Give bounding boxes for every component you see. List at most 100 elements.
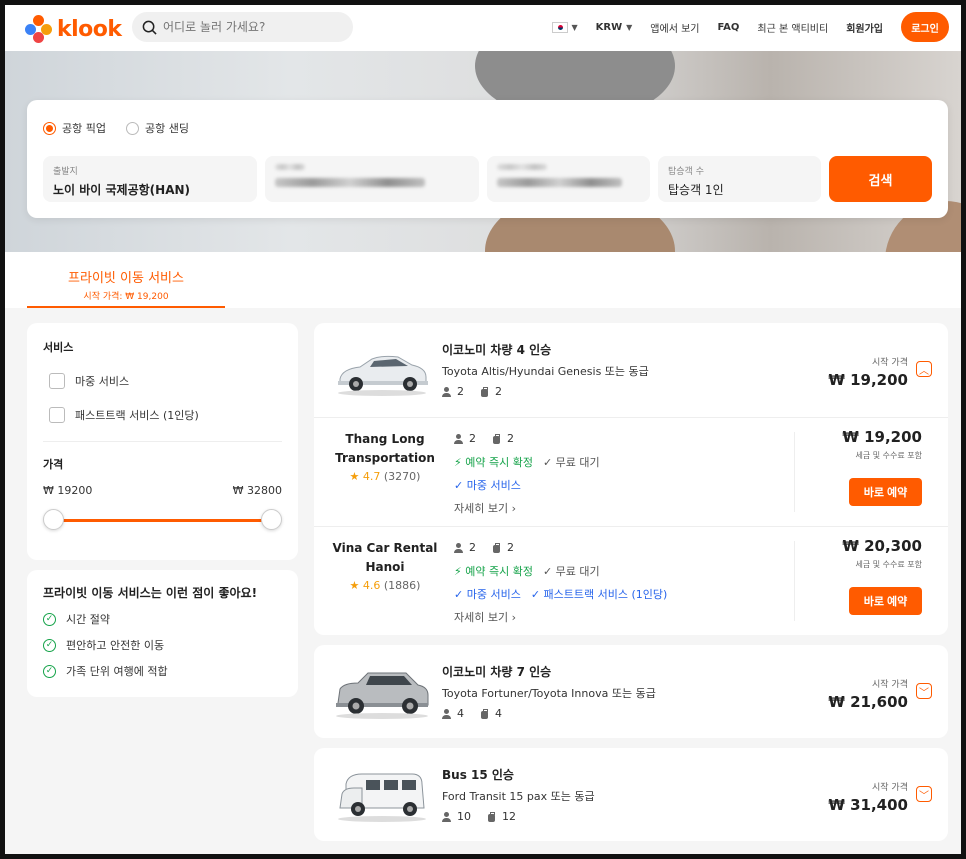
passenger-count: 2 [469, 541, 476, 554]
vendor-name: Thang Long Transportation [335, 432, 435, 465]
search-input[interactable] [163, 20, 343, 34]
checkbox-label: 패스트트랙 서비스 (1인당) [75, 409, 199, 422]
slider-min-handle[interactable] [43, 509, 64, 530]
filter-fasttrack[interactable]: 패스트트랙 서비스 (1인당) [49, 407, 282, 423]
tab-start-price: 시작 가격: ₩ 19,200 [83, 292, 169, 302]
from-price-amount: ₩ 21,600 [828, 693, 908, 711]
price-min: ₩ 19200 [43, 484, 93, 497]
radio-airport-pickup[interactable]: 공항 픽업 [43, 120, 106, 136]
from-price-amount: ₩ 19,200 [828, 371, 908, 389]
passenger-capacity: 2 [454, 432, 476, 445]
chevron-up-icon[interactable]: ︿ [916, 361, 932, 377]
benefit-item: ✓ 시간 절약 [43, 611, 282, 627]
destination-field[interactable] [265, 156, 479, 202]
vehicle-card-header[interactable]: Bus 15 인승 Ford Transit 15 pax 또는 동급 10 1… [314, 748, 948, 842]
luggage-capacity: 12 [487, 810, 516, 823]
vehicle-card-header[interactable]: 이코노미 차량 4 인승 Toyota Altis/Hyundai Genesi… [314, 323, 948, 417]
vendor-row-vina-car: Vina Car Rental Hanoi ★ 4.6 (1886) 2 2 ⚡… [314, 526, 948, 635]
nav-recent-link[interactable]: 최근 본 액티비티 [757, 20, 828, 35]
vehicle-card-bus-15[interactable]: Bus 15 인승 Ford Transit 15 pax 또는 동급 10 1… [314, 748, 948, 841]
service-label: 마중 서비스 [466, 479, 521, 492]
passenger-value: 탑승객 1인 [668, 183, 724, 197]
check-icon: ✓ [530, 588, 541, 601]
vehicle-card-economy-4: 이코노미 차량 4 인승 Toyota Altis/Hyundai Genesi… [314, 323, 948, 635]
meet-greet-service: ✓ 마중 서비스 [454, 477, 521, 493]
checkbox-label: 마중 서비스 [75, 375, 130, 388]
luggage-count: 4 [495, 707, 502, 720]
search-button[interactable]: 검색 [829, 156, 932, 202]
rating-score: 4.6 [362, 579, 381, 592]
instant-confirm-feature: ⚡ 예약 즉시 확정 [454, 454, 533, 470]
vehicle-capacity: 4 4 [442, 707, 502, 720]
date-field[interactable] [487, 156, 650, 202]
departure-field[interactable]: 출발지 노이 바이 국제공항(HAN) [43, 156, 257, 202]
klook-logo-mark-icon [25, 15, 53, 43]
top-header: klook ▼ KRW ▼ 앱에서 보기 FAQ 최근 본 액티비티 회원가입 … [5, 5, 961, 51]
currency-selector[interactable]: KRW ▼ [596, 22, 633, 33]
feature-label: 예약 즉시 확정 [465, 456, 533, 469]
passenger-count: 2 [469, 432, 476, 445]
person-icon [442, 811, 451, 822]
book-now-button[interactable]: 바로 예약 [849, 587, 922, 615]
check-icon: ✓ [454, 479, 464, 492]
vendor-capacity: 2 2 [454, 432, 514, 445]
passenger-capacity: 10 [442, 810, 471, 823]
price-filter-title: 가격 [43, 458, 64, 471]
radio-dot [43, 121, 56, 135]
klook-logo[interactable]: klook [25, 15, 122, 43]
vehicle-card-header[interactable]: 이코노미 차량 7 인승 Toyota Fortuner/Toyota Inno… [314, 645, 948, 739]
person-icon [442, 708, 451, 719]
slider-max-handle[interactable] [261, 509, 282, 530]
price-range-slider[interactable] [43, 509, 282, 531]
vendor-capacity: 2 2 [454, 541, 514, 554]
vehicle-card-economy-7[interactable]: 이코노미 차량 7 인승 Toyota Fortuner/Toyota Inno… [314, 645, 948, 738]
nav-faq-link[interactable]: FAQ [717, 22, 739, 33]
filter-meet-greet[interactable]: 마중 서비스 [49, 373, 282, 389]
tax-included-note: 세금 및 수수료 포함 [855, 560, 922, 569]
search-icon [142, 20, 157, 35]
vendor-price-amount: ₩ 20,300 [842, 537, 922, 555]
checkbox[interactable] [49, 407, 65, 423]
blurred-label [497, 164, 547, 170]
signup-link[interactable]: 회원가입 [846, 20, 883, 35]
vendor-features: ⚡ 예약 즉시 확정 ✓ 무료 대기 [454, 454, 600, 470]
chevron-down-icon[interactable]: ﹀ [916, 683, 932, 699]
radio-airport-sending[interactable]: 공항 샌딩 [125, 120, 189, 136]
check-icon: ✓ [542, 456, 553, 469]
review-count: (1886) [383, 579, 421, 592]
vehicle-price: 시작 가격 ₩ 21,600 [828, 677, 908, 711]
benefits-title: 프라이빗 이동 서비스는 이런 점이 좋아요! [43, 586, 258, 600]
service-label: 패스트트랙 서비스 (1인당) [543, 588, 668, 601]
checkbox[interactable] [49, 373, 65, 389]
vendor-rating: ★ 4.6 (1886) [328, 579, 442, 592]
luggage-capacity: 2 [480, 385, 502, 398]
benefit-item: ✓ 편안하고 안전한 이동 [43, 637, 282, 653]
tab-private-transfer[interactable]: 프라이빗 이동 서비스 시작 가격: ₩ 19,200 [27, 267, 225, 308]
check-circle-icon: ✓ [43, 638, 56, 652]
benefits-panel: 프라이빗 이동 서비스는 이런 점이 좋아요! ✓ 시간 절약 ✓ 편안하고 안… [27, 570, 298, 697]
book-now-button[interactable]: 바로 예약 [849, 478, 922, 506]
vendor-price-amount: ₩ 19,200 [842, 428, 922, 446]
nav-app-link[interactable]: 앱에서 보기 [650, 20, 699, 35]
lightning-icon: ⚡ [454, 565, 462, 578]
language-selector[interactable]: ▼ [551, 21, 578, 33]
person-icon [454, 433, 463, 444]
see-more-link[interactable]: 자세히 보기 › [454, 609, 516, 625]
vendor-price: ₩ 20,300 세금 및 수수료 포함 [842, 537, 922, 570]
header-search[interactable] [132, 12, 353, 42]
login-button[interactable]: 로그인 [901, 12, 949, 42]
see-more-link[interactable]: 자세히 보기 › [454, 500, 516, 516]
passenger-label: 탑승객 수 [668, 167, 704, 177]
passenger-capacity: 2 [454, 541, 476, 554]
vendor-name: Vina Car Rental Hanoi [332, 541, 438, 574]
star-icon: ★ [349, 470, 360, 483]
service-label: 마중 서비스 [466, 588, 521, 601]
passenger-field[interactable]: 탑승객 수 탑승객 1인 [658, 156, 821, 202]
departure-label: 출발지 [53, 167, 78, 177]
chevron-down-icon[interactable]: ﹀ [916, 786, 932, 802]
luggage-icon [492, 542, 501, 553]
suv-car-image [336, 672, 429, 719]
currency-label: KRW [595, 21, 623, 33]
from-price-label: 시작 가격 [872, 358, 908, 368]
check-circle-icon: ✓ [43, 612, 56, 626]
